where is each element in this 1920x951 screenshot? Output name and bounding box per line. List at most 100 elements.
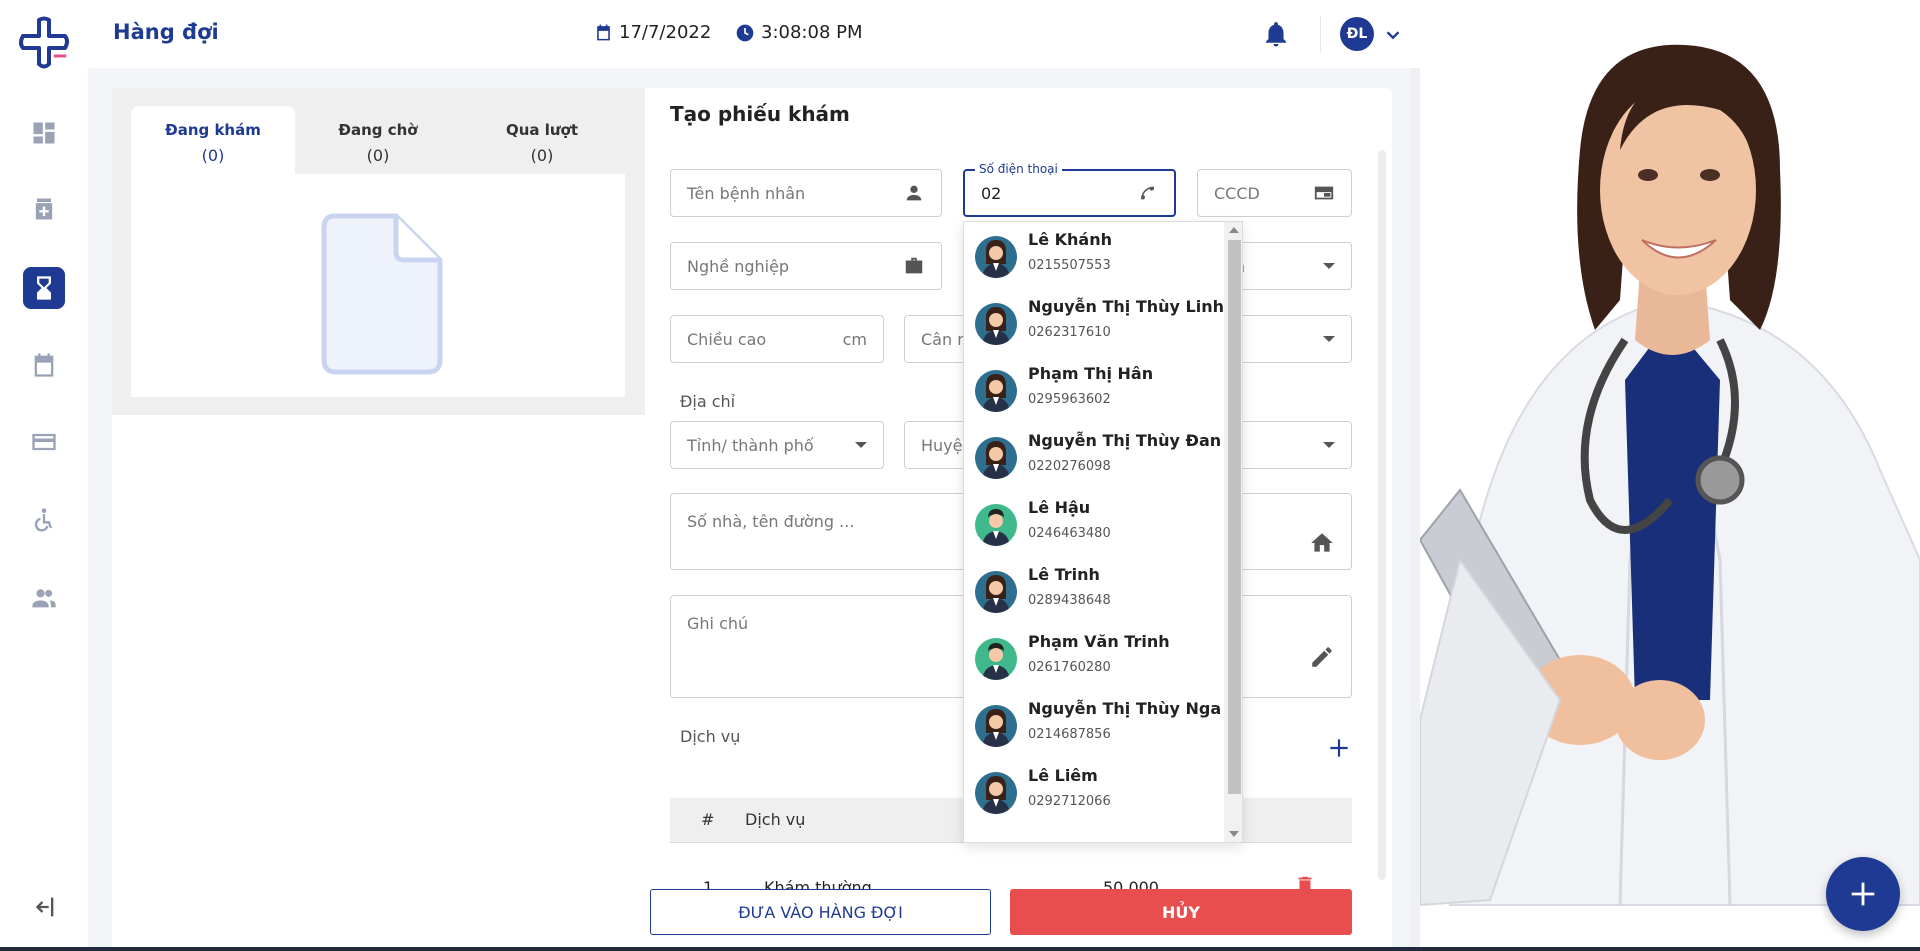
user-avatar[interactable]: ĐL bbox=[1340, 17, 1374, 51]
tab-label: Đang chờ bbox=[338, 121, 418, 139]
caret-down-icon bbox=[1323, 442, 1335, 448]
patient-avatar-icon bbox=[975, 638, 1017, 680]
job-field[interactable]: Nghề nghiệp bbox=[670, 242, 942, 290]
date-text: 17/7/2022 bbox=[619, 22, 712, 43]
phone-field[interactable]: Số điện thoại 02 bbox=[963, 162, 1176, 217]
person-icon bbox=[906, 185, 922, 201]
add-service-icon[interactable] bbox=[1326, 735, 1352, 761]
clock-icon bbox=[736, 24, 754, 41]
sidebar bbox=[0, 0, 88, 951]
patient-avatar-icon bbox=[975, 437, 1017, 479]
phone-suggestion-dropdown: Lê Khánh 0215507553 Nguyễn Thị Thùy Linh 02… bbox=[963, 221, 1243, 843]
phone-icon bbox=[1141, 186, 1154, 200]
suggestion-item[interactable]: Lê Trinh 0289438648 bbox=[964, 557, 1224, 623]
phone-field-value: 02 bbox=[981, 183, 1002, 203]
credit-card-icon bbox=[32, 433, 56, 451]
caret-down-icon bbox=[1323, 336, 1335, 342]
patient-avatar-icon bbox=[975, 705, 1017, 747]
suggestion-name: Lê Liêm bbox=[1028, 766, 1098, 785]
topbar-divider bbox=[1320, 16, 1321, 52]
suggestion-item[interactable]: Phạm Thị Hân 0295963602 bbox=[964, 356, 1224, 422]
empty-document-icon bbox=[321, 213, 443, 375]
bottom-edge bbox=[0, 947, 1920, 951]
dropdown-scrollbar[interactable] bbox=[1224, 222, 1242, 842]
suggestion-item[interactable]: Lê Hậu 0246463480 bbox=[964, 490, 1224, 556]
province-placeholder: Tỉnh/ thành phố bbox=[687, 435, 814, 455]
suggestion-item[interactable]: Nguyễn Thị Thùy Nga 0214687856 bbox=[964, 691, 1224, 757]
services-label: Dịch vụ bbox=[680, 727, 741, 746]
tab-label: Đang khám bbox=[165, 121, 261, 139]
scrollbar-thumb[interactable] bbox=[1228, 240, 1241, 794]
nav-queue[interactable] bbox=[23, 267, 65, 309]
calendar-icon bbox=[34, 353, 54, 377]
cccd-field[interactable]: CCCD bbox=[1197, 169, 1352, 217]
page-scrollbar[interactable] bbox=[1410, 68, 1420, 951]
suggestion-name: Nguyễn Thị Thùy Linh bbox=[1028, 297, 1224, 316]
tab-count: (0) bbox=[366, 146, 390, 165]
patient-avatar-icon bbox=[975, 236, 1017, 278]
suggestion-item[interactable]: Phạm Văn Trinh 0261760280 bbox=[964, 624, 1224, 690]
nav-medicine[interactable] bbox=[23, 188, 65, 230]
height-field[interactable]: Chiều cao cm bbox=[670, 315, 884, 363]
nav-calendar[interactable] bbox=[23, 344, 65, 386]
cccd-placeholder: CCCD bbox=[1214, 183, 1260, 203]
suggestion-item[interactable]: Nguyễn Thị Thùy Linh 0262317610 bbox=[964, 289, 1224, 355]
doctor-illustration bbox=[1418, 0, 1920, 951]
nav-staff[interactable] bbox=[23, 577, 65, 619]
top-bar: Hàng đợi 17/7/2022 3:08:08 PM ĐL bbox=[88, 0, 1420, 68]
suggestion-name: Phạm Thị Hân bbox=[1028, 364, 1154, 383]
nav-payment[interactable] bbox=[23, 421, 65, 463]
tab-count: (0) bbox=[201, 146, 225, 165]
patient-name-placeholder: Tên bệnh nhân bbox=[687, 183, 806, 203]
suggestion-item[interactable]: Lê Liêm 0292712066 bbox=[964, 758, 1224, 824]
address-label: Địa chỉ bbox=[680, 392, 736, 411]
scroll-up-arrow-icon[interactable] bbox=[1229, 227, 1239, 233]
suggestion-phone: 0292712066 bbox=[1028, 794, 1111, 809]
suggestion-phone: 0295963602 bbox=[1028, 392, 1111, 407]
patient-avatar-icon bbox=[975, 571, 1017, 613]
tab-count: (0) bbox=[530, 146, 554, 165]
plus-icon bbox=[1851, 882, 1875, 906]
nav-dashboard[interactable] bbox=[23, 112, 65, 154]
caret-down-icon bbox=[1323, 263, 1335, 269]
col-index-header: # bbox=[701, 810, 715, 829]
scroll-down-arrow-icon[interactable] bbox=[1229, 831, 1239, 837]
height-unit: cm bbox=[842, 329, 867, 349]
nav-patients[interactable] bbox=[23, 499, 65, 541]
pencil-icon bbox=[1312, 647, 1332, 667]
add-fab-button[interactable] bbox=[1826, 857, 1900, 931]
page-title: Hàng đợi bbox=[113, 20, 219, 44]
suggestion-phone: 0289438648 bbox=[1028, 593, 1111, 608]
suggestion-item[interactable]: Lê Khánh 0215507553 bbox=[964, 222, 1224, 288]
chevron-down-icon[interactable] bbox=[1382, 24, 1404, 46]
nav-logout[interactable] bbox=[23, 886, 65, 928]
form-title: Tạo phiếu khám bbox=[670, 102, 850, 126]
current-time: 3:08:08 PM bbox=[735, 22, 863, 43]
home-icon bbox=[1311, 533, 1333, 552]
job-placeholder: Nghề nghiệp bbox=[687, 256, 790, 276]
tab-dang-cho[interactable]: Đang chờ (0) bbox=[296, 106, 460, 174]
form-scrollbar[interactable] bbox=[1378, 150, 1386, 880]
tab-qua-luot[interactable]: Qua lượt (0) bbox=[460, 106, 624, 174]
province-select[interactable]: Tỉnh/ thành phố bbox=[670, 421, 884, 469]
suggestion-item[interactable]: Nguyễn Thị Thùy Đan 0220276098 bbox=[964, 423, 1224, 489]
tab-dang-kham[interactable]: Đang khám (0) bbox=[131, 106, 295, 174]
current-date: 17/7/2022 bbox=[594, 22, 711, 43]
patient-avatar-icon bbox=[975, 504, 1017, 546]
patient-avatar-icon bbox=[975, 772, 1017, 814]
cancel-button[interactable]: HỦY bbox=[1010, 889, 1352, 935]
doctor-photo bbox=[1418, 0, 1920, 951]
suggestion-name: Lê Hậu bbox=[1028, 498, 1091, 517]
medicine-icon bbox=[35, 198, 53, 220]
hourglass-icon bbox=[37, 276, 51, 300]
suggestion-name: Lê Khánh bbox=[1028, 230, 1112, 249]
suggestion-name: Nguyễn Thị Thùy Nga bbox=[1028, 699, 1222, 718]
clinic-logo[interactable] bbox=[17, 16, 71, 70]
dashboard-icon bbox=[33, 122, 55, 144]
queue-empty-state bbox=[131, 174, 625, 397]
patient-name-field[interactable]: Tên bệnh nhân bbox=[670, 169, 942, 217]
suggestion-name: Phạm Văn Trinh bbox=[1028, 632, 1170, 651]
caret-down-icon bbox=[855, 442, 867, 448]
add-to-queue-button[interactable]: ĐƯA VÀO HÀNG ĐỢI bbox=[650, 889, 991, 935]
notification-bell-icon[interactable] bbox=[1261, 19, 1291, 49]
